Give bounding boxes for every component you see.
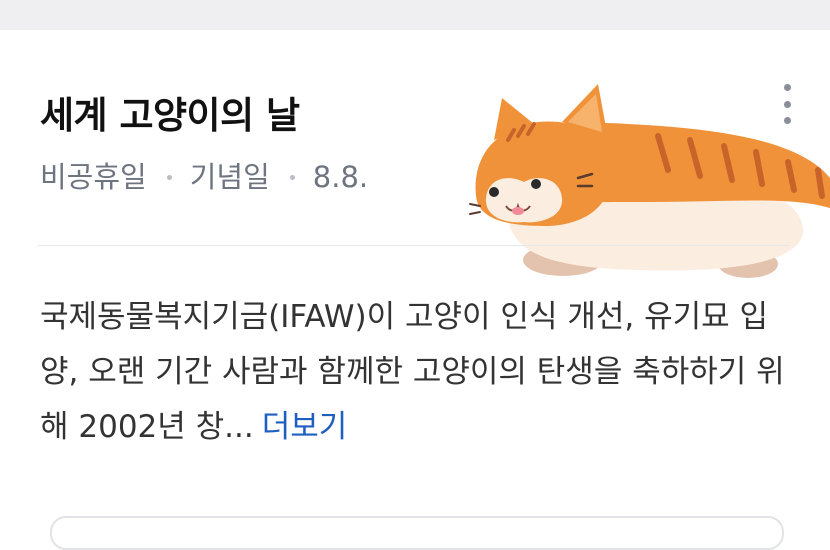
section-divider: [38, 245, 790, 246]
meta-category: 비공휴일: [40, 160, 147, 194]
more-link[interactable]: 더보기: [262, 409, 348, 445]
next-section-pill: [50, 516, 784, 550]
cat-illustration: [469, 84, 830, 278]
card-title: 세계 고양이의 날: [40, 94, 300, 137]
card-description: 국제동물복지기금(IFAW)이 고양이 인식 개선, 유기묘 입양, 오랜 기간…: [40, 290, 800, 455]
meta-date: 8.8.: [312, 160, 369, 194]
meta-separator-dot: [166, 174, 172, 180]
card-meta: 비공휴일 기념일 8.8.: [40, 157, 368, 197]
meta-separator-dot: [289, 174, 295, 180]
meta-type: 기념일: [189, 160, 270, 194]
top-separator-band: [0, 0, 830, 30]
description-text: 국제동물복지기금(IFAW)이 고양이 인식 개선, 유기묘 입양, 오랜 기간…: [40, 299, 785, 445]
